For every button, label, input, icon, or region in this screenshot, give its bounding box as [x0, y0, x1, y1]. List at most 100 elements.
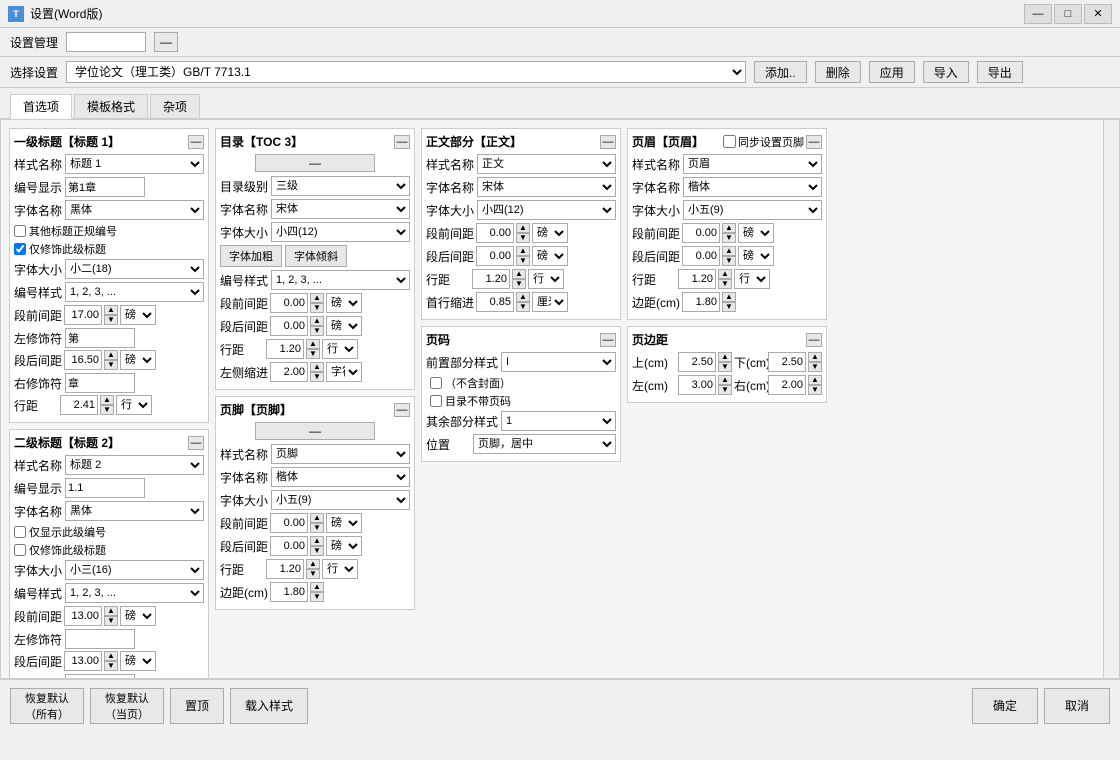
toc-numstyle-select[interactable]: 1, 2, 3, ... — [271, 270, 410, 290]
h2-modify-check[interactable] — [14, 544, 26, 556]
toc-before-up[interactable]: ▲ — [310, 293, 324, 303]
h1-num-input[interactable] — [65, 177, 145, 197]
h1-rightdeco-input[interactable] — [65, 373, 135, 393]
h2-numstyle-select[interactable]: 1, 2, 3, ... — [65, 583, 204, 603]
footer-margin-up[interactable]: ▲ — [310, 582, 324, 592]
footer-before-up[interactable]: ▲ — [310, 513, 324, 523]
import-btn[interactable]: 导入 — [923, 61, 969, 83]
margin-top-input[interactable] — [678, 352, 716, 372]
header-font-select[interactable]: 楷体 — [683, 177, 822, 197]
header-before-up[interactable]: ▲ — [722, 223, 736, 233]
h2-rightdeco-input[interactable] — [65, 674, 135, 678]
header-before-input[interactable] — [682, 223, 720, 243]
margin-left-down[interactable]: ▼ — [718, 385, 732, 395]
reset-all-btn[interactable]: 恢复默认 （所有） — [10, 688, 84, 724]
footer-after-unit[interactable]: 磅 — [326, 536, 362, 556]
footer-after-input[interactable] — [270, 536, 308, 556]
margin-right-down[interactable]: ▼ — [808, 385, 822, 395]
header-line-unit[interactable]: 行 — [734, 269, 770, 289]
pagenum-pos-select[interactable]: 页脚，居中 — [473, 434, 616, 454]
body-line-down[interactable]: ▼ — [512, 279, 526, 289]
h1-before-input[interactable] — [64, 305, 102, 325]
toc-before-unit[interactable]: 磅 — [326, 293, 362, 313]
margin-bottom-up[interactable]: ▲ — [808, 352, 822, 362]
header-line-input[interactable] — [678, 269, 716, 289]
pagenum-rest-select[interactable]: 1 — [501, 411, 616, 431]
minimize-btn[interactable]: — — [1024, 4, 1052, 24]
heading2-minus[interactable]: — — [188, 436, 204, 450]
body-size-select[interactable]: 小四(12) — [477, 200, 616, 220]
toolbar-minus-btn[interactable]: — — [154, 32, 178, 52]
body-before-up[interactable]: ▲ — [516, 223, 530, 233]
body-indent-up[interactable]: ▲ — [516, 292, 530, 302]
margin-left-input[interactable] — [678, 375, 716, 395]
body-style-select[interactable]: 正文 — [477, 154, 616, 174]
footer-margin-input[interactable] — [270, 582, 308, 602]
toc-line-unit[interactable]: 行 — [322, 339, 358, 359]
header-before-unit[interactable]: 磅 — [738, 223, 774, 243]
h1-other-num-check[interactable] — [14, 225, 26, 237]
body-line-input[interactable] — [472, 269, 510, 289]
footer-after-down[interactable]: ▼ — [310, 546, 324, 556]
margin-bottom-input[interactable] — [768, 352, 806, 372]
header-style-select[interactable]: 页眉 — [683, 154, 822, 174]
header-margin-down[interactable]: ▼ — [722, 302, 736, 312]
h1-line-up[interactable]: ▲ — [100, 395, 114, 405]
footer-line-down[interactable]: ▼ — [306, 569, 320, 579]
tab-template[interactable]: 模板格式 — [74, 94, 148, 118]
close-btn[interactable]: ✕ — [1084, 4, 1112, 24]
h1-after-down[interactable]: ▼ — [104, 360, 118, 370]
cancel-btn[interactable]: 取消 — [1044, 688, 1110, 724]
pagenum-minus[interactable]: — — [600, 333, 616, 347]
toc-topbar[interactable]: — — [255, 154, 375, 172]
maximize-btn[interactable]: □ — [1054, 4, 1082, 24]
toc-minus[interactable]: — — [394, 135, 410, 149]
body-indent-down[interactable]: ▼ — [516, 302, 530, 312]
toc-line-input[interactable] — [266, 339, 304, 359]
footer-style-select[interactable]: 页脚 — [271, 444, 410, 464]
pagenum-front-select[interactable]: I — [501, 352, 616, 372]
toc-font-select[interactable]: 宋体 — [271, 199, 410, 219]
header-sync-check[interactable] — [723, 135, 736, 148]
h2-after-down[interactable]: ▼ — [104, 661, 118, 671]
right-scrollbar[interactable] — [1103, 120, 1119, 678]
heading1-minus[interactable]: — — [188, 135, 204, 149]
h2-leftdeco-input[interactable] — [65, 629, 135, 649]
margin-top-down[interactable]: ▼ — [718, 362, 732, 372]
pagenum-notoc-check[interactable] — [430, 395, 442, 407]
footer-topbar[interactable]: — — [255, 422, 375, 440]
export-btn[interactable]: 导出 — [977, 61, 1023, 83]
body-before-down[interactable]: ▼ — [516, 233, 530, 243]
tab-misc[interactable]: 杂项 — [150, 94, 200, 118]
h1-font-select[interactable]: 黑体 — [65, 200, 204, 220]
h1-style-select[interactable]: 标题 1 — [65, 154, 204, 174]
header-line-down[interactable]: ▼ — [718, 279, 732, 289]
h1-before-up[interactable]: ▲ — [104, 305, 118, 315]
h2-num-input[interactable] — [65, 478, 145, 498]
h1-line-down[interactable]: ▼ — [100, 405, 114, 415]
toc-italic-btn[interactable]: 字体倾斜 — [285, 245, 347, 267]
h2-font-select[interactable]: 黑体 — [65, 501, 204, 521]
toolbar-input[interactable] — [66, 32, 146, 52]
toc-level-select[interactable]: 三级 — [271, 176, 410, 196]
footer-after-up[interactable]: ▲ — [310, 536, 324, 546]
margin-top-up[interactable]: ▲ — [718, 352, 732, 362]
header-minus[interactable]: — — [806, 135, 822, 149]
header-line-up[interactable]: ▲ — [718, 269, 732, 279]
h2-before-up[interactable]: ▲ — [104, 606, 118, 616]
h1-after-input[interactable] — [64, 350, 102, 370]
h2-before-down[interactable]: ▼ — [104, 616, 118, 626]
header-margin-input[interactable] — [682, 292, 720, 312]
header-after-up[interactable]: ▲ — [722, 246, 736, 256]
footer-margin-down[interactable]: ▼ — [310, 592, 324, 602]
body-after-down[interactable]: ▼ — [516, 256, 530, 266]
h1-size-select[interactable]: 小二(18) — [65, 259, 204, 279]
load-style-btn[interactable]: 载入样式 — [230, 688, 308, 724]
body-after-up[interactable]: ▲ — [516, 246, 530, 256]
h2-after-unit[interactable]: 磅 — [120, 651, 156, 671]
body-after-input[interactable] — [476, 246, 514, 266]
h2-size-select[interactable]: 小三(16) — [65, 560, 204, 580]
body-indent-unit[interactable]: 厘米 — [532, 292, 568, 312]
h1-before-unit[interactable]: 磅 — [120, 305, 156, 325]
h1-line-input[interactable] — [60, 395, 98, 415]
